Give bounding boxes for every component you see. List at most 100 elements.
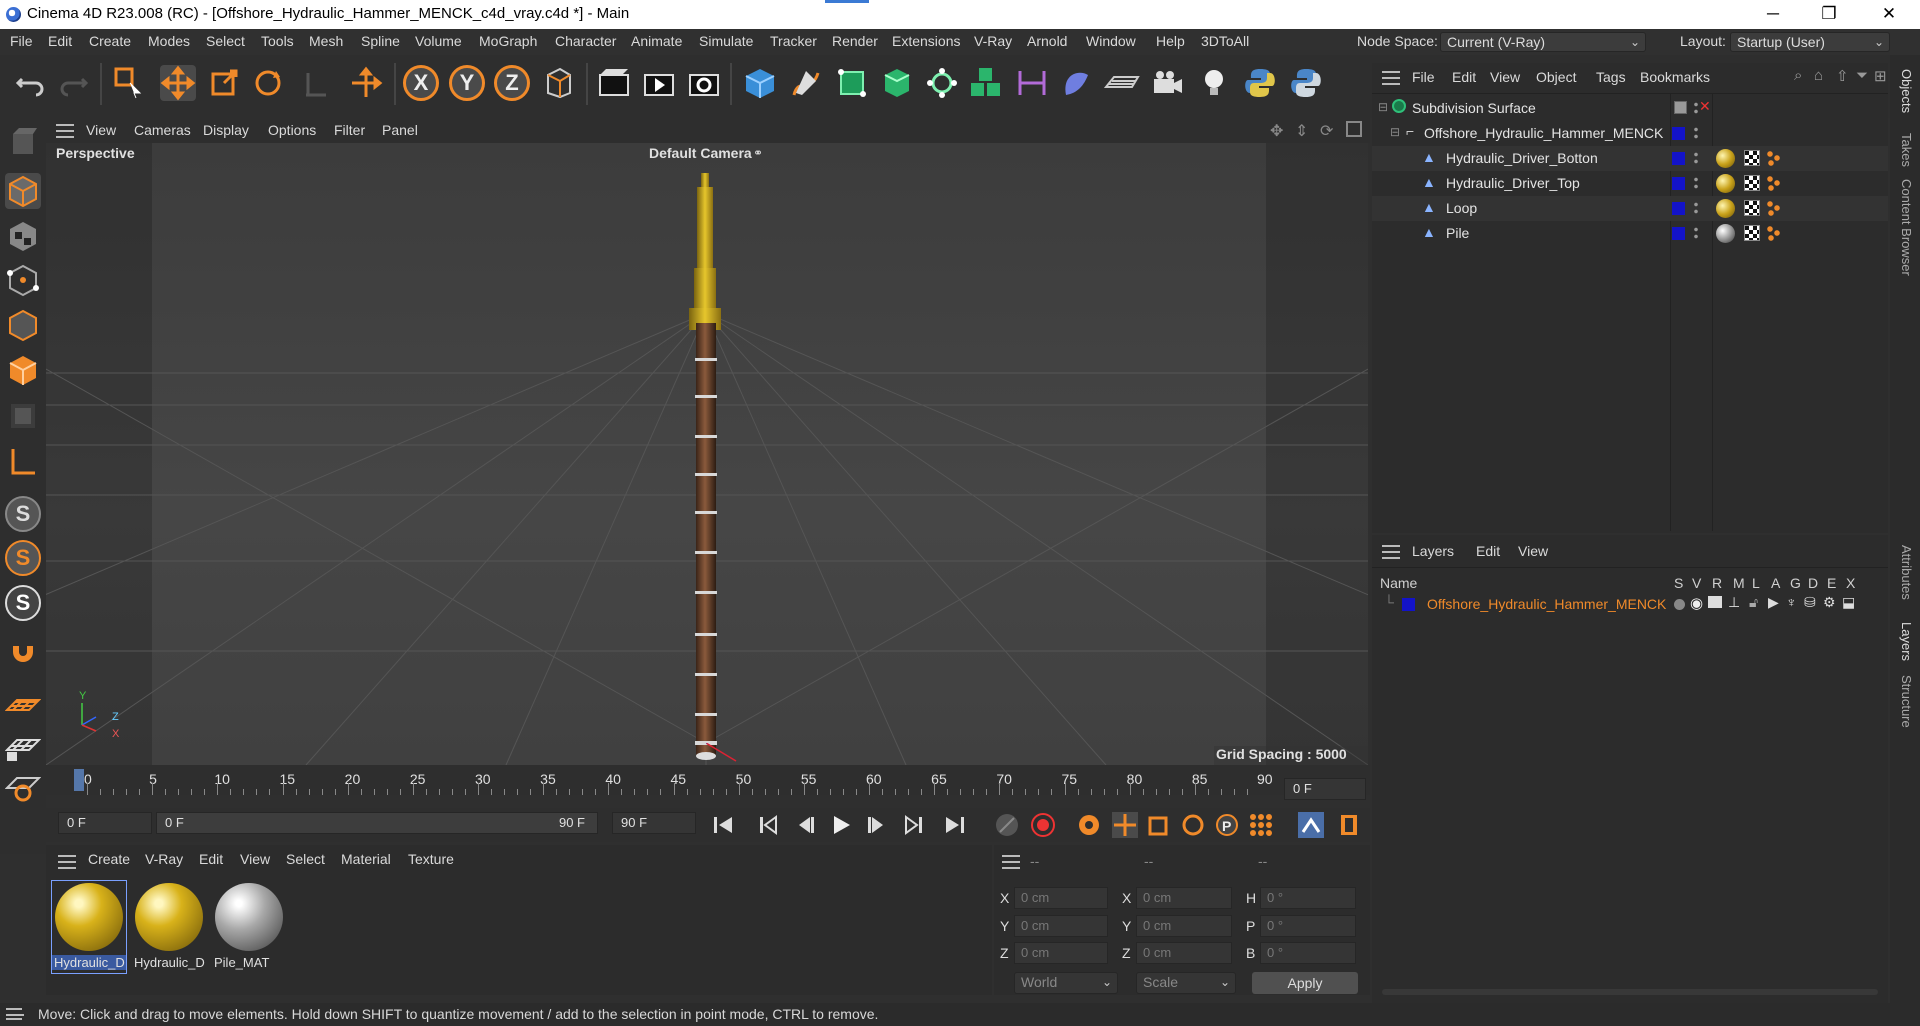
object-row-driver-bottom[interactable]: ▲ Hydraulic_Driver_Botton — [1372, 146, 1888, 171]
menu-vray[interactable]: V-Ray — [974, 33, 1012, 49]
vp-menu-display[interactable]: Display — [203, 122, 249, 138]
layout-dropdown[interactable]: Startup (User) ⌄ — [1730, 32, 1890, 52]
mat-menu-texture[interactable]: Texture — [408, 851, 454, 867]
filter-icon[interactable]: ⏷ — [1856, 67, 1868, 84]
visibility-dots[interactable] — [1694, 151, 1698, 166]
viewport-camera-label[interactable]: Default Camera — [647, 145, 754, 161]
layer-menu-edit[interactable]: Edit — [1476, 543, 1500, 559]
mat-menu-create[interactable]: Create — [88, 851, 130, 867]
layer-solo-icon[interactable] — [1674, 599, 1685, 610]
key-rotation-icon[interactable] — [1180, 812, 1206, 838]
make-editable-icon[interactable] — [5, 124, 41, 160]
solo-icon[interactable]: S — [5, 496, 41, 532]
layer-color-swatch[interactable] — [1672, 152, 1685, 165]
redo-icon[interactable] — [56, 65, 92, 101]
vertex-tag-icon[interactable] — [1766, 150, 1782, 166]
end-frame-field[interactable]: 90 F — [612, 812, 696, 834]
python-icon[interactable] — [1242, 65, 1278, 101]
menu-spline[interactable]: Spline — [361, 33, 400, 49]
layer-menu-view[interactable]: View — [1518, 543, 1548, 559]
obj-menu-edit[interactable]: Edit — [1452, 69, 1476, 85]
editor-visibility-icon[interactable] — [1674, 101, 1687, 114]
autokey-icon[interactable] — [1030, 812, 1056, 838]
array-icon[interactable] — [968, 65, 1004, 101]
menu-character[interactable]: Character — [555, 33, 616, 49]
texture-mode-icon[interactable] — [5, 218, 41, 254]
coordinates-hamburger-icon[interactable] — [1002, 855, 1020, 869]
axis-mode-icon[interactable] — [5, 443, 41, 479]
visibility-dots[interactable] — [1694, 201, 1698, 216]
size-y-field[interactable]: 0 cm — [1136, 915, 1232, 937]
vp-menu-panel[interactable]: Panel — [382, 122, 418, 138]
size-x-field[interactable]: 0 cm — [1136, 887, 1232, 909]
layer-xref-icon[interactable]: ⬓ — [1842, 594, 1855, 611]
position-y-field[interactable]: 0 cm — [1014, 915, 1108, 937]
object-row-hammer[interactable]: ⊟ ⌐ Offshore_Hydraulic_Hammer_MENCK — [1372, 121, 1888, 146]
layer-row[interactable]: └ Offshore_Hydraulic_Hammer_MENCK ◉ ⊥ 🔓︎… — [1372, 592, 1888, 617]
floor-icon[interactable] — [1103, 65, 1140, 101]
tab-layers[interactable]: Layers — [1899, 622, 1914, 661]
material-tag-icon[interactable] — [1716, 199, 1735, 218]
layer-expressions-icon[interactable]: ⚙ — [1823, 594, 1836, 611]
cloner-icon[interactable] — [924, 65, 960, 101]
menu-edit[interactable]: Edit — [48, 33, 72, 49]
layer-color-swatch[interactable] — [1402, 598, 1415, 611]
mat-menu-select[interactable]: Select — [286, 851, 325, 867]
goto-start-icon[interactable] — [710, 812, 736, 838]
vp-menu-cameras[interactable]: Cameras — [134, 122, 191, 138]
zoom-view-icon[interactable]: ⇕ — [1295, 121, 1308, 141]
vp-menu-filter[interactable]: Filter — [334, 122, 365, 138]
layer-color-swatch[interactable] — [1672, 127, 1685, 140]
object-row-pile[interactable]: ▲ Pile — [1372, 221, 1888, 246]
node-space-dropdown[interactable]: Current (V-Ray) ⌄ — [1440, 32, 1646, 52]
uv-mode-icon[interactable] — [5, 398, 41, 434]
coordinate-mode-dropdown[interactable]: World ⌄ — [1014, 972, 1118, 994]
menu-mesh[interactable]: Mesh — [309, 33, 343, 49]
solo-hierarchy-icon[interactable]: S — [5, 540, 41, 576]
position-x-field[interactable]: 0 cm — [1014, 887, 1108, 909]
polygons-mode-icon[interactable] — [5, 352, 41, 388]
close-button[interactable]: ✕ — [1866, 0, 1912, 29]
render-picture-viewer-icon[interactable] — [641, 65, 677, 101]
tab-content-browser[interactable]: Content Browser — [1899, 179, 1914, 276]
undo-icon[interactable] — [12, 65, 48, 101]
layer-lock-icon[interactable]: 🔓︎ — [1749, 594, 1758, 611]
layer-manager-icon[interactable]: ⊥ — [1728, 594, 1740, 611]
menu-3dtoall[interactable]: 3DToAll — [1201, 33, 1249, 49]
menu-volume[interactable]: Volume — [415, 33, 462, 49]
menu-arnold[interactable]: Arnold — [1027, 33, 1067, 49]
visibility-dots[interactable] — [1694, 176, 1698, 191]
subdivision-icon[interactable] — [834, 65, 870, 101]
timeline-ruler[interactable]: 0 5 10 15 20 25 30 35 40 45 50 55 60 65 70 75 80 85 90 0 F — [46, 765, 1370, 800]
object-row-driver-top[interactable]: ▲ Hydraulic_Driver_Top — [1372, 171, 1888, 196]
rotate-icon[interactable] — [250, 65, 286, 101]
menu-select[interactable]: Select — [206, 33, 245, 49]
material-tag-icon[interactable] — [1716, 174, 1735, 193]
apply-button[interactable]: Apply — [1252, 972, 1358, 994]
python-script-icon[interactable] — [1288, 65, 1324, 101]
restore-button[interactable]: ❐ — [1806, 0, 1852, 29]
status-hamburger-icon[interactable] — [6, 1008, 24, 1020]
quantize-icon[interactable] — [4, 768, 42, 804]
live-select-icon[interactable] — [110, 65, 146, 101]
cube-icon[interactable] — [742, 65, 778, 101]
workplane-icon[interactable] — [4, 688, 42, 724]
object-row-loop[interactable]: ▲ Loop — [1372, 196, 1888, 221]
symmetry-icon[interactable] — [1014, 65, 1050, 101]
layer-color-swatch[interactable] — [1672, 177, 1685, 190]
collapse-icon[interactable]: ⊟ — [1390, 125, 1400, 139]
playhead[interactable] — [74, 769, 84, 791]
layers-hamburger-icon[interactable] — [1382, 545, 1400, 559]
size-mode-dropdown[interactable]: Scale ⌄ — [1136, 972, 1236, 994]
layer-generators-icon[interactable]: ♆ — [1786, 594, 1797, 610]
deformer-icon[interactable] — [1058, 65, 1094, 101]
texture-tag-icon[interactable] — [1744, 150, 1760, 166]
material-hamburger-icon[interactable] — [58, 855, 76, 869]
vertex-tag-icon[interactable] — [1766, 175, 1782, 191]
horizontal-scrollbar[interactable] — [1382, 989, 1878, 995]
layer-animation-icon[interactable]: ▶ — [1768, 594, 1779, 611]
key-parameter-icon[interactable]: P — [1214, 812, 1240, 838]
minimize-button[interactable]: ─ — [1750, 0, 1796, 29]
menu-create[interactable]: Create — [89, 33, 131, 49]
viewport-hamburger-icon[interactable] — [56, 124, 74, 138]
